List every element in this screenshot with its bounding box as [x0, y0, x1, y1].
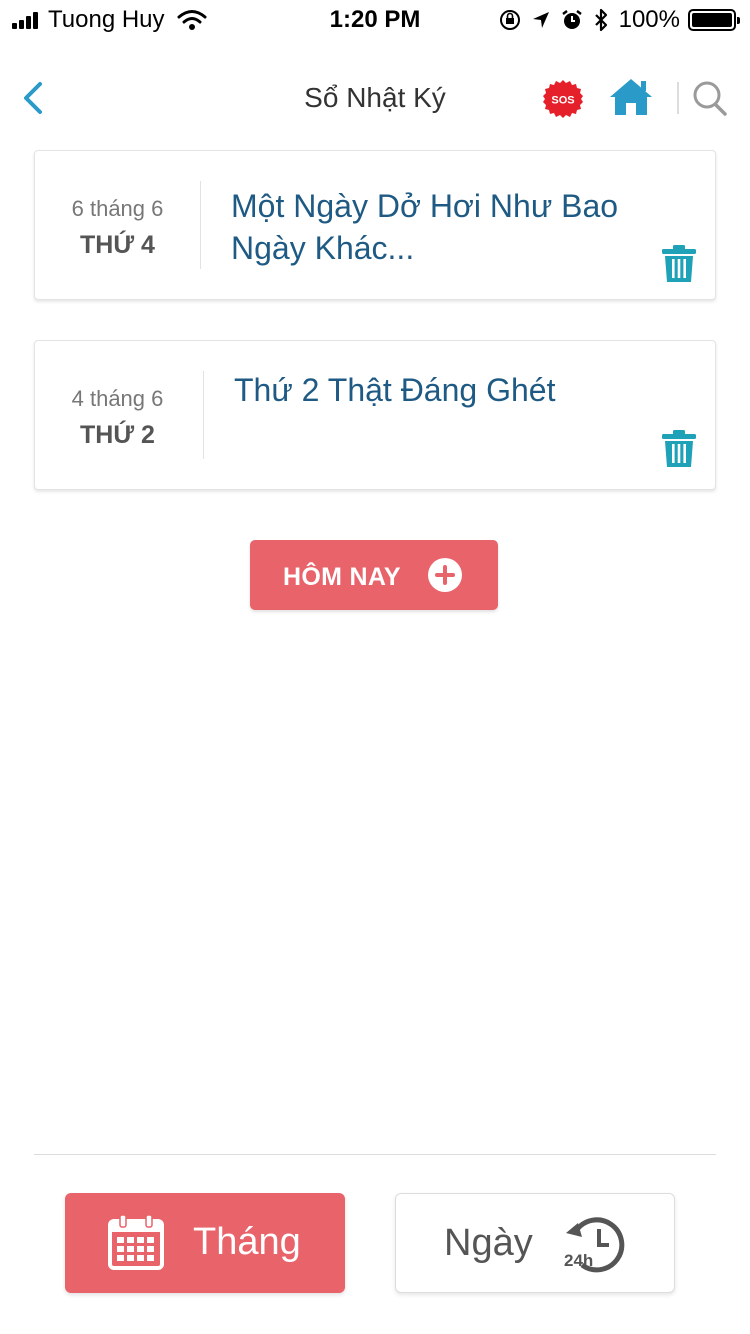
- entry-weekday: THỨ 4: [80, 231, 155, 259]
- clock-24h-icon: 24h: [564, 1217, 625, 1273]
- entry-weekday: THỨ 2: [80, 421, 155, 449]
- sos-icon: SOS: [543, 80, 583, 118]
- tab-month-label: Tháng: [193, 1221, 301, 1263]
- status-bar: Tuong Huy 1:20 PM 100%: [0, 0, 750, 40]
- battery-icon: [688, 9, 740, 31]
- add-today-label: HÔM NAY: [283, 563, 401, 591]
- home-icon: [610, 79, 652, 115]
- location-icon: [532, 12, 549, 28]
- entry-date-block: 4 tháng 6 THỨ 2: [35, 341, 200, 489]
- entry-separator: [200, 181, 201, 269]
- trash-icon: [662, 245, 696, 282]
- entry-date: 6 tháng 6: [71, 196, 164, 221]
- home-button[interactable]: [608, 76, 654, 118]
- add-today-button[interactable]: HÔM NAY: [250, 540, 498, 610]
- plus-circle-icon: [428, 558, 462, 592]
- entry-date-block: 6 tháng 6 THỨ 4: [35, 151, 200, 299]
- calendar-icon: [108, 1214, 164, 1270]
- tab-day[interactable]: Ngày 24h: [395, 1193, 675, 1293]
- battery-percent: 100%: [618, 6, 680, 33]
- bottom-divider: [34, 1154, 716, 1155]
- entry-date: 4 tháng 6: [71, 386, 164, 411]
- nav-bar: Sổ Nhật Ký SOS: [0, 56, 750, 142]
- status-right: 100%: [489, 6, 740, 34]
- entry-title: Một Ngày Dở Hơi Như Bao Ngày Khác...: [231, 188, 619, 266]
- diary-entry-card[interactable]: 6 tháng 6 THỨ 4 Một Ngày Dở Hơi Như Bao …: [34, 150, 716, 300]
- search-button[interactable]: [692, 80, 728, 118]
- entry-title: Thứ 2 Thật Đáng Ghét: [234, 372, 556, 408]
- search-icon: [693, 81, 727, 116]
- trash-icon: [662, 430, 696, 467]
- clock-24h-label: 24h: [564, 1251, 593, 1270]
- tab-month[interactable]: Tháng: [65, 1193, 345, 1293]
- sos-button[interactable]: SOS: [543, 79, 583, 119]
- orientation-lock-icon: [499, 10, 520, 30]
- tab-day-label: Ngày: [444, 1222, 533, 1264]
- diary-entry-card[interactable]: 4 tháng 6 THỨ 2 Thứ 2 Thật Đáng Ghét: [34, 340, 716, 490]
- bluetooth-icon: [594, 8, 607, 32]
- delete-entry-button[interactable]: [661, 429, 697, 469]
- alarm-icon: [561, 10, 582, 29]
- nav-divider: [677, 82, 679, 114]
- entry-separator: [203, 371, 204, 459]
- delete-entry-button[interactable]: [661, 244, 697, 284]
- sos-label: SOS: [551, 95, 574, 107]
- screen: Tuong Huy 1:20 PM 100% Sổ Nhật Ký SOS 6 …: [0, 0, 750, 1334]
